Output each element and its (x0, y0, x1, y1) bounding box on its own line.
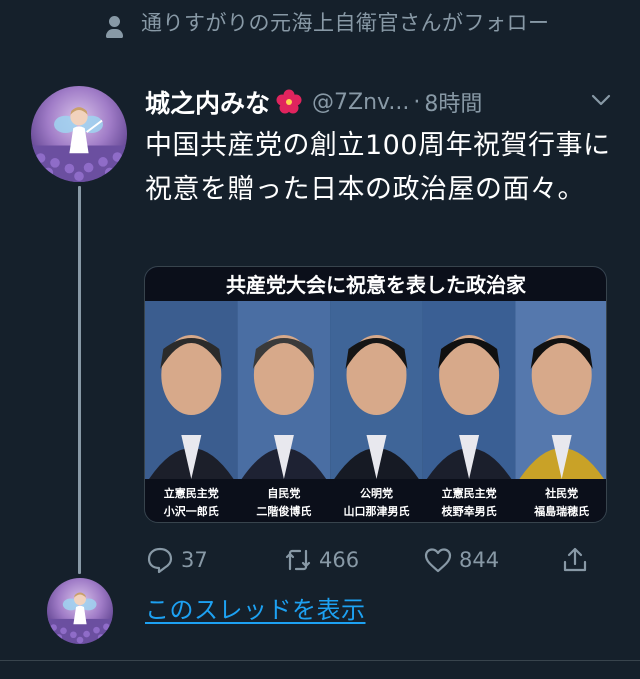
portrait-5 (515, 301, 606, 479)
portrait-2 (237, 301, 331, 479)
show-thread-link[interactable]: このスレッドを表示 (145, 592, 366, 628)
separator-dot: · (413, 89, 421, 115)
politician-name: 山口那津男氏 (344, 504, 410, 518)
tweet-text: 中国共産党の創立100周年祝賀行事に祝意を贈った日本の政治屋の面々。 (145, 130, 611, 205)
party-label: 立憲民主党 (442, 486, 497, 500)
reply-button[interactable]: 37 (145, 540, 208, 580)
party-label: 公明党 (360, 486, 393, 500)
portrait-4 (422, 301, 516, 479)
party-label: 社民党 (544, 486, 578, 500)
media-caption: 共産党大会に祝意を表した政治家 (226, 273, 527, 297)
avatar-small[interactable] (47, 578, 113, 644)
tweet-header: 城之内みな @7Znv... · 8時間 (145, 82, 615, 122)
politician-name: 二階俊博氏 (256, 504, 311, 518)
reply-count: 37 (181, 548, 208, 572)
tweet-actions: 37 466 844 (145, 540, 595, 580)
retweet-button[interactable]: 466 (283, 540, 359, 580)
party-label: 自民党 (267, 486, 300, 500)
tweet-divider (0, 660, 640, 661)
social-context: 通りすがりの元海上自衛官さんがフォロー (103, 8, 623, 42)
portrait-1 (145, 301, 238, 479)
like-count: 844 (459, 548, 500, 572)
party-label: 立憲民主党 (164, 486, 219, 500)
politician-name: 福島瑞穂氏 (533, 504, 589, 518)
share-icon (563, 547, 587, 572)
avatar[interactable] (31, 86, 127, 182)
display-name[interactable]: 城之内みな (145, 84, 270, 120)
social-context-text[interactable]: 通りすがりの元海上自衛官さんがフォロー (141, 8, 550, 38)
thread-connector-line (78, 186, 81, 574)
handle[interactable]: @7Znv... (312, 90, 409, 115)
tweet-media-image[interactable]: 共産党大会に祝意を表した政治家 立憲民主党小沢一郎氏 自民党二階俊博氏 公明党山口那… (144, 266, 607, 523)
politician-name: 小沢一郎氏 (163, 504, 219, 518)
reply-icon (147, 547, 173, 574)
retweet-icon (285, 549, 311, 571)
chevron-down-icon[interactable] (591, 92, 611, 108)
hibiscus-icon (276, 89, 302, 114)
timestamp[interactable]: 8時間 (424, 86, 482, 118)
portrait-3 (330, 301, 423, 479)
retweet-count: 466 (319, 548, 360, 572)
heart-icon (424, 548, 452, 573)
like-button[interactable]: 844 (423, 540, 499, 580)
share-button[interactable] (560, 540, 596, 580)
politician-name: 枝野幸男氏 (441, 504, 497, 518)
person-icon (103, 8, 127, 42)
